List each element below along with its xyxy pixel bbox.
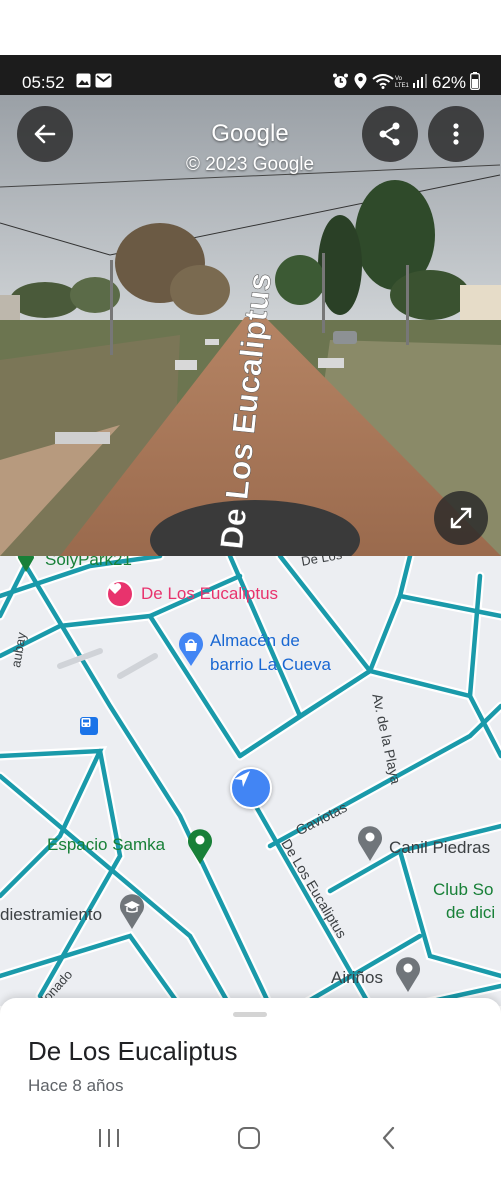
back-nav-button[interactable] xyxy=(359,1118,419,1158)
street-view-title: Google xyxy=(211,120,289,147)
volte-icon: Vo LTE1 xyxy=(395,74,411,93)
recents-button[interactable] xyxy=(79,1118,139,1158)
street-view-copyright: © 2023 Google xyxy=(185,154,315,175)
heart-icon xyxy=(108,583,122,594)
map-view[interactable]: SolyPark21 De Los Eucaliptus Almacén de … xyxy=(0,556,501,1006)
image-icon xyxy=(76,73,91,93)
poi-espacio-samka-label: Espacio Samka xyxy=(47,835,166,854)
place-pin-icon xyxy=(396,957,420,992)
navigation-arrow-icon xyxy=(234,771,250,787)
current-location-marker xyxy=(230,767,272,809)
status-time: 05:52 xyxy=(22,73,65,92)
place-title: De Los Eucaliptus xyxy=(28,1036,238,1066)
top-blank-area xyxy=(0,0,501,55)
place-pin-icon xyxy=(358,826,382,861)
home-icon xyxy=(238,1127,260,1149)
park-pin-icon xyxy=(18,556,34,572)
alarm-icon xyxy=(333,73,348,94)
mail-icon xyxy=(95,73,112,93)
wifi-icon xyxy=(372,73,394,94)
share-icon xyxy=(379,122,400,146)
favorite-pin[interactable] xyxy=(106,580,134,608)
back-icon xyxy=(34,124,56,144)
recents-icon xyxy=(99,1129,119,1147)
status-bar: 05:52 Vo LTE1 62% xyxy=(0,55,501,95)
poi-almacen-label-line1: Almacén de xyxy=(210,631,300,650)
fullscreen-icon xyxy=(450,507,472,529)
poi-airinos-label: Airiños xyxy=(331,968,383,987)
signal-icon xyxy=(412,73,428,93)
fullscreen-button[interactable] xyxy=(434,491,488,545)
share-button[interactable] xyxy=(362,106,418,162)
place-subtitle: Hace 8 años xyxy=(28,1076,124,1095)
home-button[interactable] xyxy=(219,1118,279,1158)
poi-adiestramiento-label: diestramiento xyxy=(0,905,103,924)
back-nav-icon xyxy=(382,1126,395,1150)
battery-percent: 62% xyxy=(432,73,467,92)
more-vert-icon xyxy=(453,123,459,145)
poi-club-label-line2: de dici xyxy=(446,903,496,922)
more-options-button[interactable] xyxy=(428,106,484,162)
bus-stop-marker[interactable] xyxy=(80,717,98,735)
battery-icon xyxy=(470,72,480,95)
bus-icon xyxy=(81,718,91,727)
poi-club-label-line1: Club So xyxy=(433,880,494,899)
svg-text:LTE1: LTE1 xyxy=(395,83,410,88)
favorite-place-label[interactable]: De Los Eucaliptus xyxy=(141,584,278,604)
poi-solypark-label: SolyPark21 xyxy=(45,556,132,569)
park-pin-icon xyxy=(188,829,212,864)
school-pin-icon xyxy=(120,894,144,929)
svg-text:Vo: Vo xyxy=(395,76,403,82)
back-button[interactable] xyxy=(17,106,73,162)
system-nav-bar xyxy=(0,1118,501,1168)
poi-canil-label: Canil Piedras xyxy=(389,838,491,857)
location-icon xyxy=(354,73,367,94)
place-bottom-sheet[interactable]: De Los Eucaliptus Hace 8 años xyxy=(0,998,501,1200)
shopping-pin-icon xyxy=(179,632,203,666)
sheet-drag-handle[interactable] xyxy=(233,1012,267,1017)
poi-almacen-label-line2: barrio La Cueva xyxy=(210,655,331,674)
